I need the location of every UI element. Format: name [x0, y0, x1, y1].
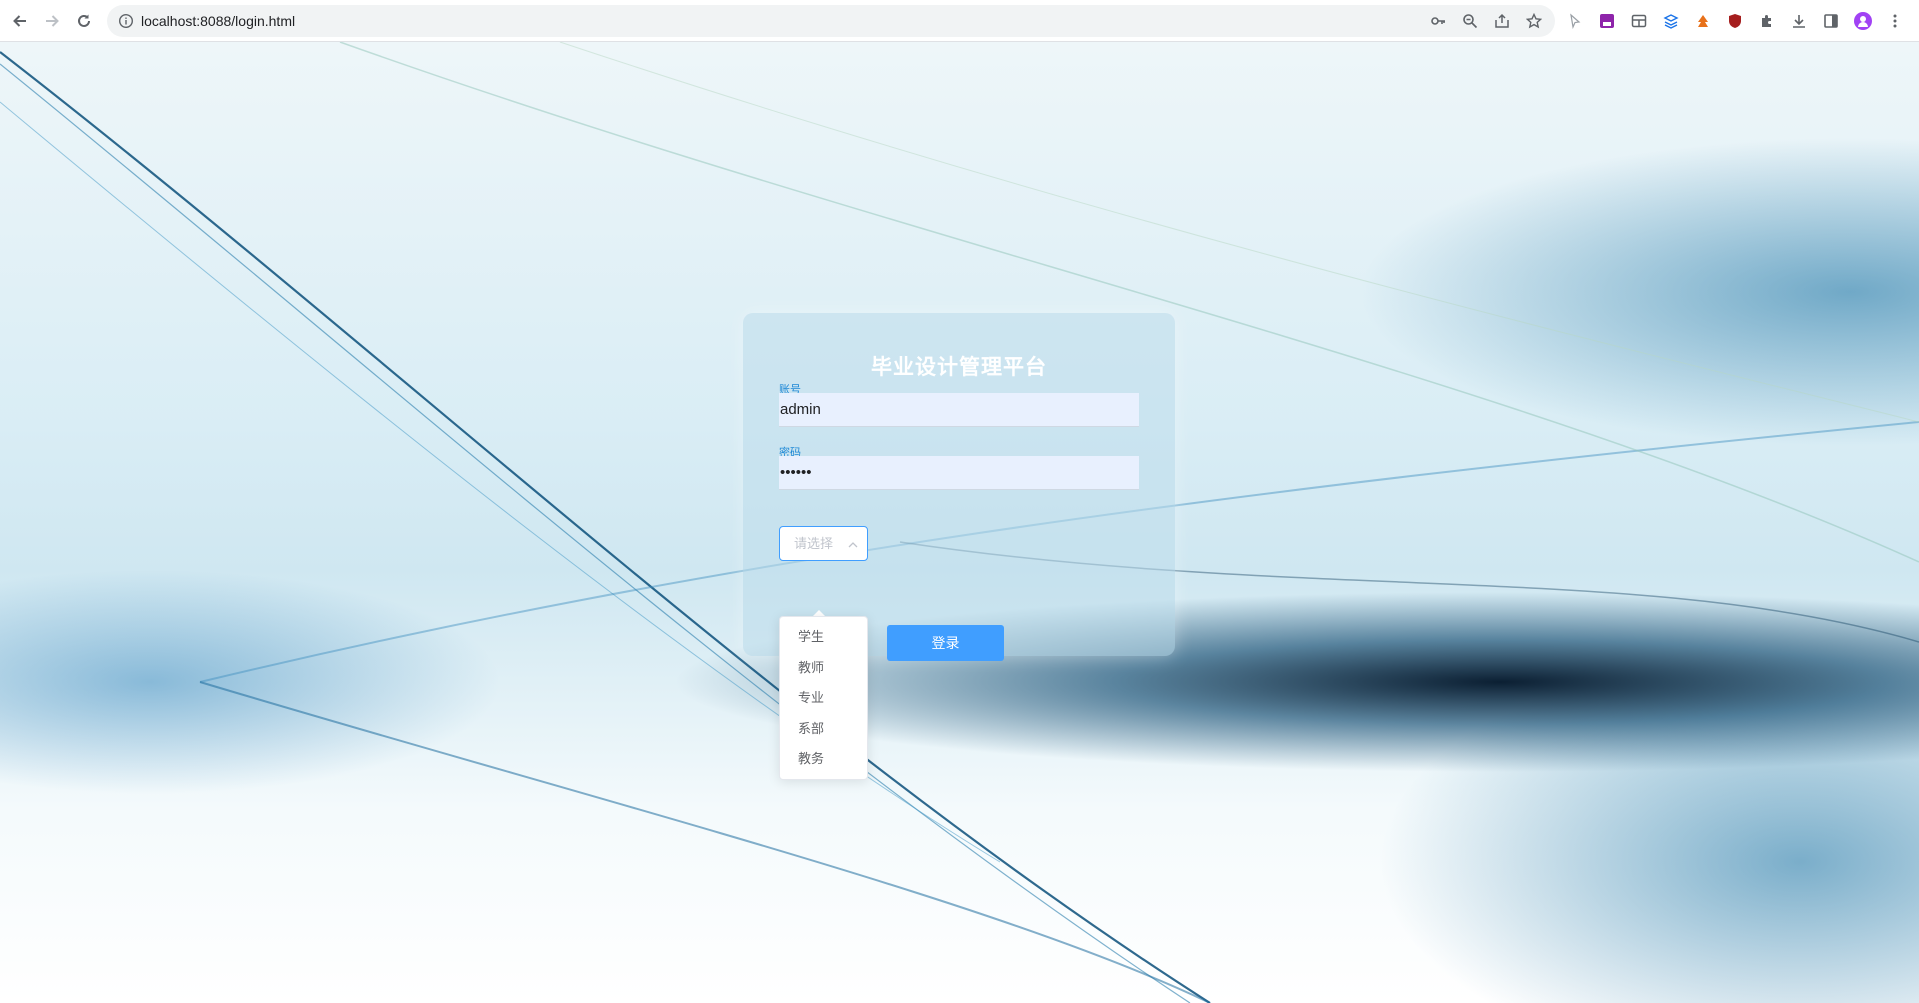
role-select-placeholder: 请选择 — [794, 536, 834, 551]
download-icon[interactable] — [1790, 12, 1808, 30]
extensions-puzzle-icon[interactable] — [1758, 12, 1776, 30]
layers-extension-icon[interactable] — [1662, 12, 1680, 30]
password-input[interactable] — [779, 456, 1139, 490]
chrome-menu-icon[interactable] — [1886, 12, 1904, 30]
url-text[interactable]: localhost:8088/login.html — [141, 5, 295, 37]
back-icon[interactable] — [8, 9, 32, 33]
site-info-icon[interactable] — [118, 13, 134, 29]
cursor-extension-icon[interactable] — [1566, 12, 1584, 30]
pdf-extension-icon[interactable] — [1598, 12, 1616, 30]
role-option-student[interactable]: 学生 — [780, 622, 867, 653]
chevron-up-icon — [847, 538, 859, 550]
login-card: 毕业设计管理平台 账号 密码 请选择 登录 — [743, 313, 1175, 661]
browser-toolbar: localhost:8088/login.html — [0, 0, 1919, 42]
role-option-major[interactable]: 专业 — [780, 683, 867, 714]
address-bar[interactable]: localhost:8088/login.html — [107, 5, 1555, 37]
tab-grid-extension-icon[interactable] — [1630, 12, 1648, 30]
role-option-teacher[interactable]: 教师 — [780, 653, 867, 684]
tree-extension-icon[interactable] — [1694, 12, 1712, 30]
reload-icon[interactable] — [72, 9, 96, 33]
zoom-icon[interactable] — [1461, 12, 1479, 30]
key-icon[interactable] — [1429, 12, 1447, 30]
role-select[interactable]: 请选择 — [779, 526, 868, 561]
profile-avatar-icon[interactable] — [1854, 12, 1872, 30]
share-icon[interactable] — [1493, 12, 1511, 30]
role-dropdown-menu: 学生 教师 专业 系部 教务 — [779, 616, 868, 780]
login-button[interactable]: 登录 — [887, 625, 1004, 661]
page-title: 毕业设计管理平台 — [871, 356, 1047, 379]
bookmark-star-icon[interactable] — [1525, 12, 1543, 30]
forward-icon[interactable] — [40, 9, 64, 33]
ublock-shield-icon[interactable] — [1726, 12, 1744, 30]
side-panel-icon[interactable] — [1822, 12, 1840, 30]
account-input[interactable] — [779, 393, 1139, 427]
role-option-academic-affairs[interactable]: 教务 — [780, 744, 867, 775]
role-option-department[interactable]: 系部 — [780, 714, 867, 745]
